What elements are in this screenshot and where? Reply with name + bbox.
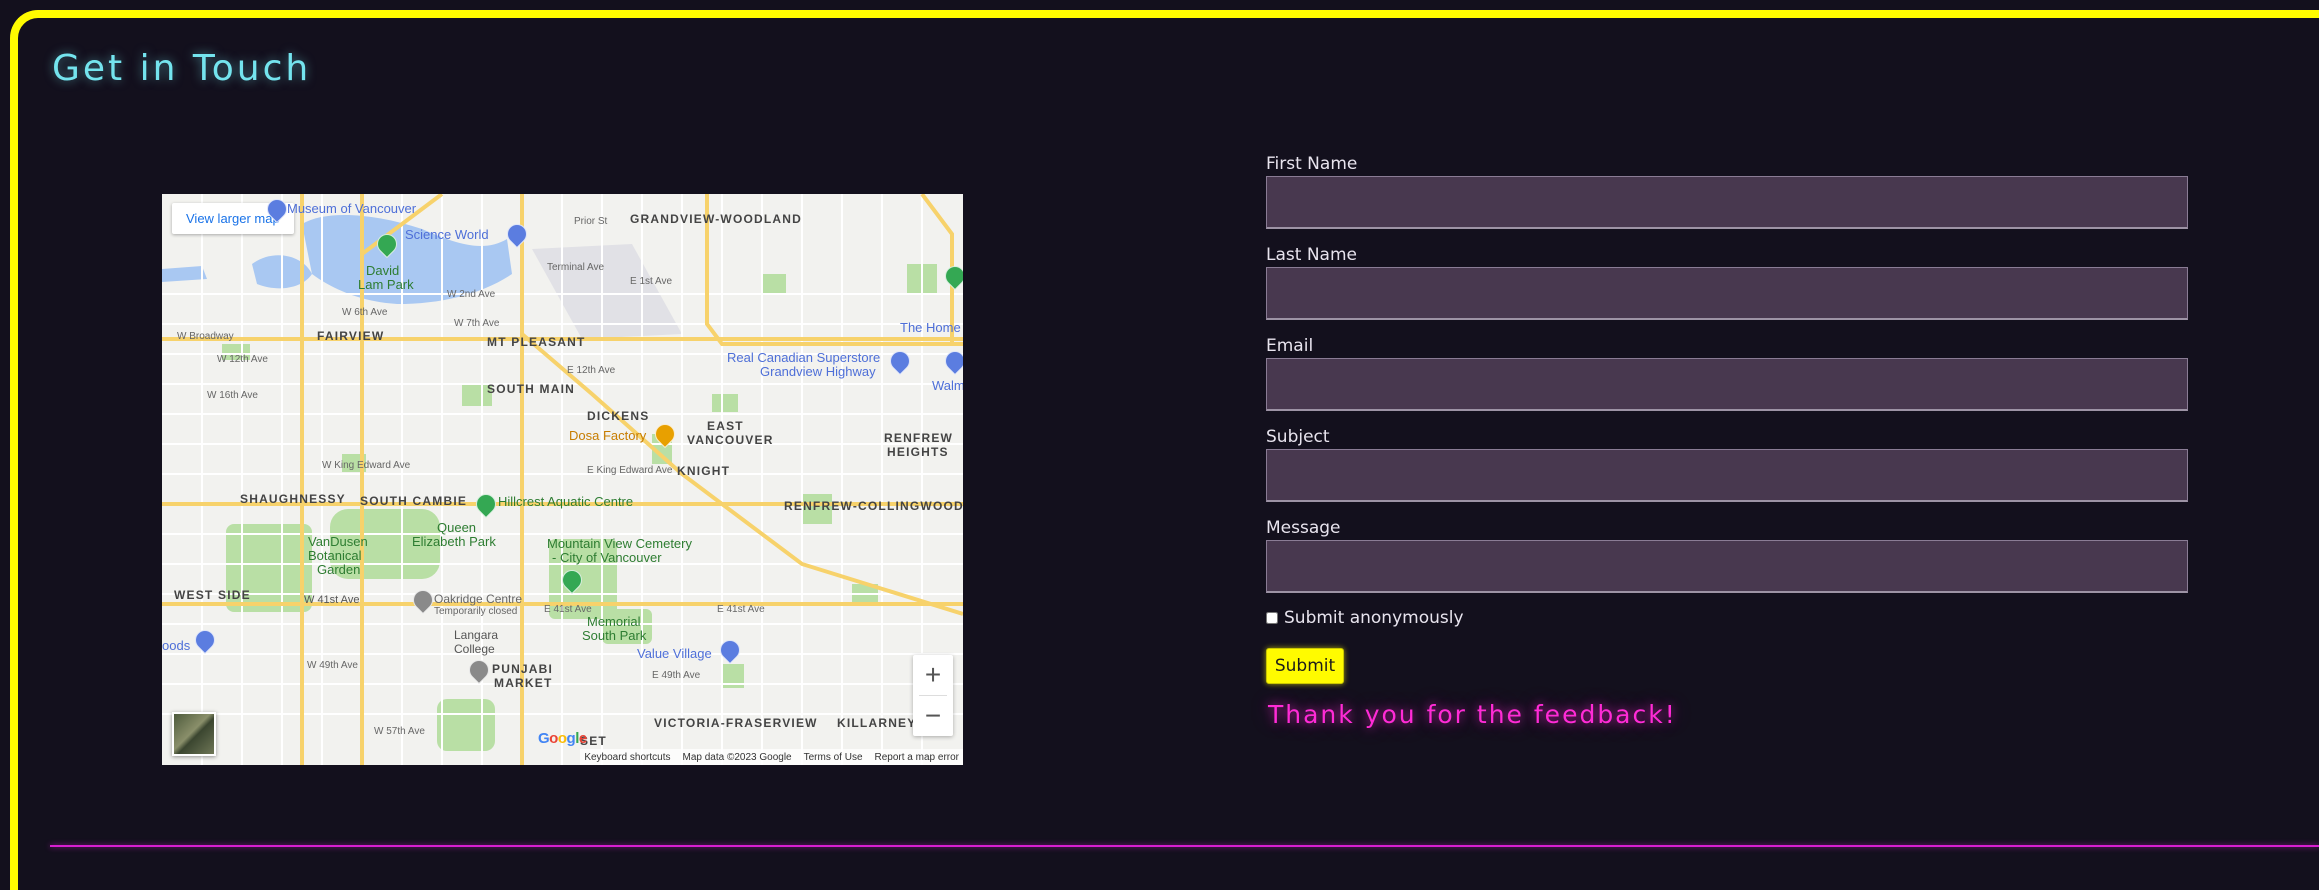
map-label: Langara <box>454 628 499 642</box>
map-label: RENFREW <box>884 431 954 445</box>
map-label: Value Village <box>637 646 712 661</box>
email-label: Email <box>1266 336 1314 356</box>
map-label: KILLARNEY <box>837 716 917 730</box>
message-label: Message <box>1266 518 1341 538</box>
google-logo-letter: o <box>549 730 558 747</box>
google-logo-letter: o <box>557 730 567 747</box>
map-label: Hillcrest Aquatic Centre <box>498 494 634 509</box>
map-label: DICKENS <box>587 409 650 423</box>
map-label: W 57th Ave <box>374 726 425 737</box>
map-label: W 16th Ave <box>207 390 258 401</box>
map-label: E 49th Ave <box>652 670 701 681</box>
google-logo-letter: G <box>538 730 550 747</box>
map-label: Walm <box>932 378 963 393</box>
zoom-out-button[interactable]: − <box>913 696 953 736</box>
map-label: W 41st Ave <box>304 594 360 606</box>
map-label: VICTORIA-FRASERVIEW <box>654 716 818 730</box>
map-label: Oakridge Centre <box>434 592 523 606</box>
map-label: W King Edward Ave <box>322 460 411 471</box>
map-label: KNIGHT <box>677 464 731 478</box>
subject-input[interactable] <box>1266 449 2188 502</box>
map-label: Prior St <box>574 216 608 227</box>
map-label: MARKET <box>494 676 553 690</box>
map-label: RENFREW-COLLINGWOOD <box>784 499 963 513</box>
page-title: Get in Touch <box>52 48 312 89</box>
map-label: E 41st Ave <box>544 604 592 615</box>
keyboard-shortcuts-link[interactable]: Keyboard shortcuts <box>584 752 670 763</box>
map-label: - City of Vancouver <box>552 550 662 565</box>
message-input[interactable] <box>1266 540 2188 593</box>
map-label: E 12th Ave <box>567 365 616 376</box>
anonymous-row: Submit anonymously <box>1266 608 1464 628</box>
zoom-control: + − <box>913 655 953 736</box>
map-label: SOUTH MAIN <box>487 382 575 396</box>
zoom-in-button[interactable]: + <box>913 655 953 695</box>
map-label: VanDusen <box>308 534 368 549</box>
email-input[interactable] <box>1266 358 2188 411</box>
map-label: Dosa Factory <box>569 428 647 443</box>
map-label: GRANDVIEW-WOODLAND <box>630 212 803 226</box>
terms-link[interactable]: Terms of Use <box>804 752 863 763</box>
first-name-label: First Name <box>1266 154 1358 174</box>
map-label: Science World <box>405 227 489 242</box>
map-data-text: Map data ©2023 Google <box>682 751 792 763</box>
map-label: W 12th Ave <box>217 354 268 365</box>
map-label: College <box>454 642 495 656</box>
satellite-toggle-button[interactable] <box>172 712 216 756</box>
map-label: VANCOUVER <box>687 433 774 447</box>
map-label: Queen <box>437 520 477 535</box>
map-label: E King Edward Ave <box>587 465 673 476</box>
map-canvas[interactable] <box>162 194 963 765</box>
map-label: Lam Park <box>358 277 414 292</box>
report-error-link[interactable]: Report a map error <box>875 752 959 763</box>
map-label: FAIRVIEW <box>317 329 385 343</box>
map-label: SOUTH CAMBIE <box>360 494 468 508</box>
map-label: E 41st Ave <box>717 604 765 615</box>
map-label: Garden <box>317 562 361 577</box>
map-label: EAST <box>707 419 744 433</box>
map-label: The Home <box>900 320 961 335</box>
map-label: W 49th Ave <box>307 660 358 671</box>
map-label: WEST SIDE <box>174 588 251 602</box>
anonymous-checkbox[interactable] <box>1266 612 1278 624</box>
map-label: W 7th Ave <box>454 318 500 329</box>
map-label: Memorial <box>587 614 641 629</box>
map-label: Terminal Ave <box>547 262 605 273</box>
map-label: David <box>366 263 400 278</box>
map-label: Museum of Vancouver <box>287 201 417 216</box>
map-label: W 2nd Ave <box>447 289 496 300</box>
map-label: Botanical <box>308 548 362 563</box>
feedback-confirmation: Thank you for the feedback! <box>1268 700 1677 729</box>
map-label: oods <box>162 638 191 653</box>
google-logo-letter: e <box>578 730 587 747</box>
map-label: Real Canadian Superstore <box>727 350 881 365</box>
map-label: SHAUGHNESSY <box>240 492 346 506</box>
map-label: South Park <box>582 628 647 643</box>
map-label: W Broadway <box>177 331 234 342</box>
google-logo-letter: g <box>566 730 576 747</box>
embedded-map[interactable]: View larger map Museum of Vancouver Scie… <box>162 194 963 765</box>
last-name-label: Last Name <box>1266 245 1357 265</box>
bottom-divider <box>50 845 2319 847</box>
map-label: Temporarily closed <box>434 606 518 617</box>
subject-label: Subject <box>1266 427 1330 447</box>
map-label: E 1st Ave <box>630 276 673 287</box>
first-name-input[interactable] <box>1266 176 2188 229</box>
map-label: MT PLEASANT <box>487 335 586 349</box>
anonymous-label: Submit anonymously <box>1284 608 1464 628</box>
map-label: PUNJABI <box>492 662 554 676</box>
google-logo: Google <box>538 730 587 747</box>
submit-button[interactable]: Submit <box>1266 648 1344 684</box>
map-label: Mountain View Cemetery <box>547 536 692 551</box>
map-label: Grandview Highway <box>760 364 876 379</box>
map-label: HEIGHTS <box>887 445 949 459</box>
map-label: W 6th Ave <box>342 307 388 318</box>
map-label: Elizabeth Park <box>412 534 496 549</box>
last-name-input[interactable] <box>1266 267 2188 320</box>
map-attribution: Keyboard shortcuts Map data ©2023 Google… <box>580 749 963 765</box>
